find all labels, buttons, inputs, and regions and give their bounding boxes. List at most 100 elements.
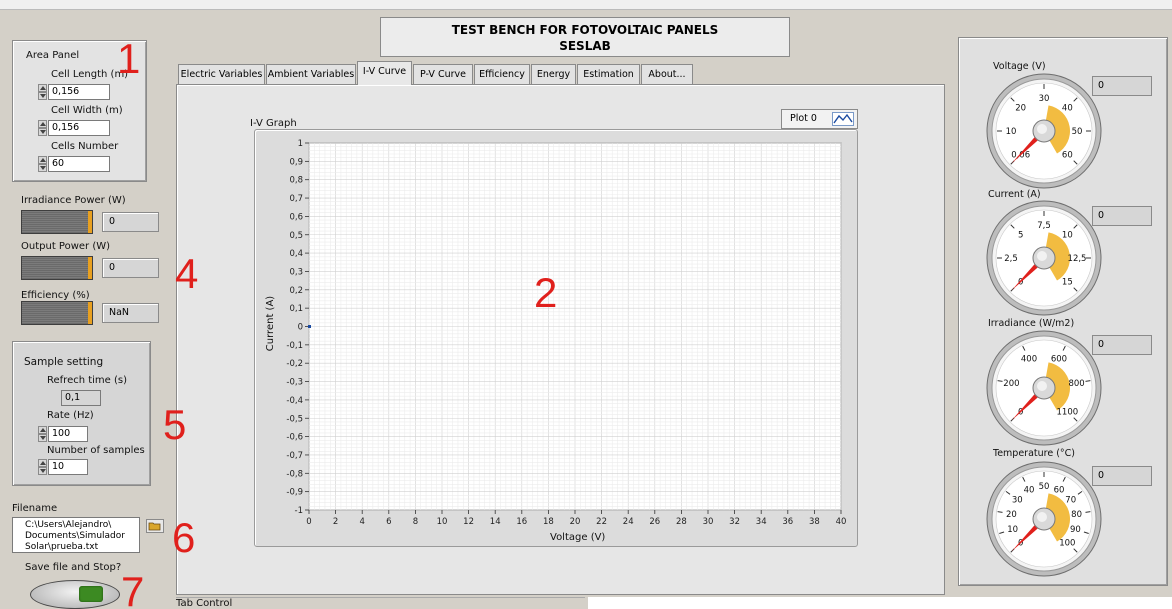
- gauge-tick-label: 50: [1072, 127, 1083, 137]
- refresh-time-label: Refrech time (s): [47, 375, 128, 386]
- irradiance-power-bar: [21, 210, 93, 234]
- tab-energy[interactable]: Energy: [531, 64, 576, 84]
- gauge-hub-highlight: [1037, 381, 1047, 391]
- x-tick-label: 36: [782, 517, 793, 527]
- x-tick-label: 20: [570, 517, 581, 527]
- gauge-tick-label: 10: [1062, 231, 1073, 241]
- legend-label: Plot 0: [790, 113, 817, 124]
- efficiency-bar: [21, 301, 93, 325]
- x-tick-label: 12: [463, 517, 474, 527]
- browse-folder-icon[interactable]: [146, 519, 164, 533]
- y-tick-label: 0,7: [289, 194, 303, 204]
- gauge-tick-label: 400: [1021, 355, 1037, 365]
- filename-line3: Solar\prueba.txt: [25, 542, 99, 552]
- data-point: [308, 325, 311, 328]
- legend-plot0[interactable]: Plot 0: [781, 109, 858, 129]
- gauge-tick-label: 5: [1018, 231, 1023, 241]
- annotation-5: 5: [163, 401, 187, 448]
- y-tick-label: -0,7: [286, 451, 303, 461]
- page-subtitle: SESLAB: [559, 39, 611, 53]
- gauge-tick-label: 1100: [1057, 407, 1079, 417]
- x-tick-label: 10: [437, 517, 448, 527]
- plot-line-icon: [832, 112, 854, 126]
- gauge-tick-label: 30: [1039, 94, 1050, 104]
- tab-efficiency[interactable]: Efficiency: [474, 64, 530, 84]
- gauge-tick-label: 200: [1003, 379, 1019, 389]
- gauge-tick-label: 600: [1051, 355, 1067, 365]
- efficiency-value: NaN: [102, 303, 159, 323]
- tab-control-bottom-fill: [588, 597, 1172, 609]
- x-tick-label: 38: [809, 517, 820, 527]
- tab-control-strip: [176, 597, 585, 609]
- tab-estimation[interactable]: Estimation: [577, 64, 640, 84]
- cells-number-input[interactable]: 60: [48, 156, 110, 172]
- graph-title: I-V Graph: [250, 118, 297, 129]
- iv-graph-area: 1 0,9 0,8 0,7 0,6 0,5 0,4 0,3 0,2 0,1 0 -0,1 -0,2 -0,…: [256, 131, 856, 545]
- samples-label: Number of samples: [47, 445, 145, 456]
- y-tick-label: -0,3: [286, 378, 303, 388]
- output-power-bar: [21, 256, 93, 280]
- annotation-6: 6: [172, 514, 196, 561]
- x-tick-label: 32: [729, 517, 740, 527]
- x-tick-label: 18: [543, 517, 554, 527]
- rate-input[interactable]: 100: [48, 426, 88, 442]
- filename-input[interactable]: C:\Users\Alejandro\ Documents\Simulador …: [12, 517, 140, 553]
- x-tick-label: 6: [386, 517, 391, 527]
- x-tick-label: 14: [490, 517, 501, 527]
- gauges-svg: 0,0610203040506002,557,51012,51502004006…: [986, 73, 1102, 577]
- gauge-hub-highlight: [1037, 124, 1047, 134]
- tab-about[interactable]: About...: [641, 64, 693, 84]
- y-tick-label: -0,9: [286, 488, 303, 498]
- cell-width-spinner[interactable]: [38, 120, 47, 136]
- y-tick-label: 0,1: [289, 304, 303, 314]
- x-axis-label: Voltage (V): [550, 532, 606, 543]
- tab-ambient-variables[interactable]: Ambient Variables: [266, 64, 356, 84]
- cell-width-input[interactable]: 0,156: [48, 120, 110, 136]
- filename-label: Filename: [12, 503, 58, 514]
- y-tick-label: -0,8: [286, 469, 303, 479]
- y-tick-label: -0,5: [286, 414, 303, 424]
- gauge-tick-label: 40: [1024, 486, 1035, 496]
- gauge-tick-label: 12,5: [1068, 254, 1087, 264]
- gauge-tick-label: 90: [1070, 525, 1081, 535]
- gauge-tick-label: 10: [1006, 127, 1017, 137]
- y-tick-label: 0,3: [289, 267, 303, 277]
- cell-length-input[interactable]: 0,156: [48, 84, 110, 100]
- x-tick-label: 4: [359, 517, 364, 527]
- gauge-tick-label: 30: [1012, 496, 1023, 506]
- gauge-tick-label: 80: [1071, 510, 1082, 520]
- output-power-label: Output Power (W): [21, 241, 111, 252]
- irradiance-power-value: 0: [102, 212, 159, 232]
- rate-spinner[interactable]: [38, 426, 47, 442]
- y-tick-label: 0,5: [289, 231, 303, 241]
- gauge-tick-label: 60: [1062, 150, 1073, 160]
- x-tick-label: 22: [596, 517, 607, 527]
- gauge-tick-label: 20: [1006, 510, 1017, 520]
- cell-length-spinner[interactable]: [38, 84, 47, 100]
- y-tick-label: 0,4: [289, 249, 303, 259]
- cells-number-label: Cells Number: [51, 141, 119, 152]
- gauge-tick-label: 7,5: [1037, 221, 1051, 231]
- gauge-tick-label: 60: [1054, 486, 1065, 496]
- samples-input[interactable]: 10: [48, 459, 88, 475]
- output-power-value: 0: [102, 258, 159, 278]
- samples-spinner[interactable]: [38, 459, 47, 475]
- gauge-tick-label: 15: [1062, 277, 1073, 287]
- cells-number-spinner[interactable]: [38, 156, 47, 172]
- tab-iv-curve[interactable]: I-V Curve: [357, 61, 412, 85]
- tab-pv-curve[interactable]: P-V Curve: [413, 64, 473, 84]
- irradiance-gauge: 02004006008001100: [986, 330, 1102, 446]
- y-tick-label: -0,6: [286, 433, 303, 443]
- x-tick-label: 40: [836, 517, 847, 527]
- x-tick-label: 0: [306, 517, 311, 527]
- gauge-tick-label: 40: [1062, 104, 1073, 114]
- tab-electric-variables[interactable]: Electric Variables: [178, 64, 265, 84]
- save-stop-button[interactable]: [30, 580, 120, 609]
- gauge-tick-label: 10: [1007, 525, 1018, 535]
- x-tick-label: 16: [516, 517, 527, 527]
- page-title: TEST BENCH FOR FOTOVOLTAIC PANELS: [451, 23, 719, 37]
- irradiance-power-label: Irradiance Power (W): [21, 195, 126, 206]
- top-strip: [0, 0, 1172, 10]
- page-title-box: TEST BENCH FOR FOTOVOLTAIC PANELS SESLAB: [380, 17, 790, 57]
- gauge-tick-label: 100: [1059, 538, 1075, 548]
